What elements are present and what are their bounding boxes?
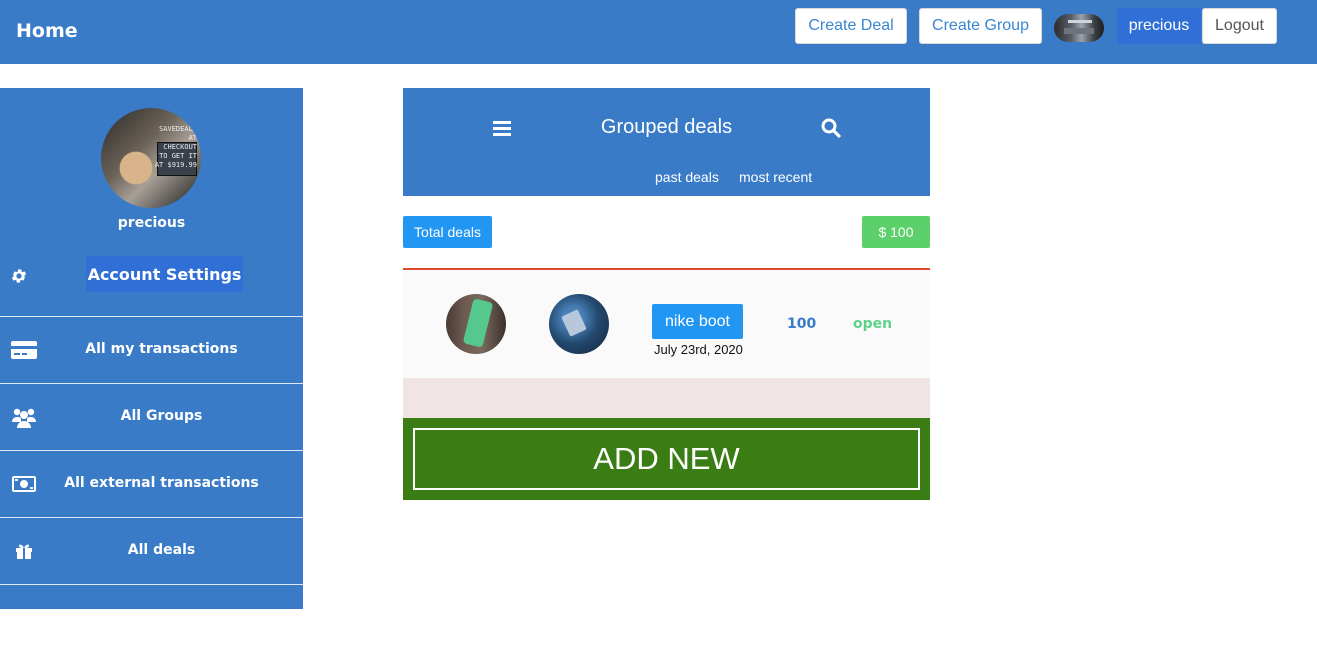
add-new-button[interactable]: ADD NEW [413,428,920,490]
sidebar-divider [0,584,303,585]
past-deals-link[interactable]: past deals [655,169,719,185]
grouped-deals-header: Grouped deals past deals most recent [403,88,930,196]
gear-icon [10,267,28,285]
create-group-button[interactable]: Create Group [919,8,1042,44]
sidebar-item-label: All my transactions [85,341,238,357]
spacer-strip [403,378,930,418]
sidebar-item-label: All deals [127,542,196,558]
sidebar: USE SAVEDEALS AT CHECKOUT TO GET IT AT $… [0,88,303,609]
total-deals-button[interactable]: Total deals [403,216,492,248]
sidebar-item-external-transactions[interactable]: All external transactions [0,450,303,517]
profile-image-text: USE SAVEDEALS AT CHECKOUT TO GET IT AT $… [154,116,197,169]
deal-name-button[interactable]: nike boot [652,304,743,339]
sidebar-item-label: All Groups [120,408,203,424]
search-icon[interactable] [821,118,841,138]
page-title: Grouped deals [600,116,733,138]
deal-date: July 23rd, 2020 [654,342,743,357]
account-settings-button[interactable]: Account Settings [86,256,243,292]
top-navbar: Home Create Deal Create Group precious L… [0,0,1317,64]
deal-status: open [853,316,893,332]
deal-image-group [549,294,609,354]
user-name-button[interactable]: precious [1117,8,1201,44]
sidebar-item-deals[interactable]: All deals [0,517,303,584]
user-avatar[interactable] [1054,14,1104,42]
profile-name: precious [117,215,186,231]
sidebar-item-label: All external transactions [64,475,259,491]
deal-row[interactable]: nike boot July 23rd, 2020 100 open [403,270,930,378]
create-deal-button[interactable]: Create Deal [795,8,907,44]
profile-avatar: USE SAVEDEALS AT CHECKOUT TO GET IT AT $… [101,108,201,208]
sidebar-item-transactions[interactable]: All my transactions [0,316,303,383]
most-recent-link[interactable]: most recent [739,169,812,185]
home-link[interactable]: Home [16,20,78,42]
sidebar-item-groups[interactable]: All Groups [0,383,303,450]
deal-image-phone [446,294,506,354]
total-deals-value: $ 100 [862,216,930,248]
add-new-container: ADD NEW [403,418,930,500]
logout-button[interactable]: Logout [1202,8,1277,44]
deal-amount: 100 [787,316,817,332]
